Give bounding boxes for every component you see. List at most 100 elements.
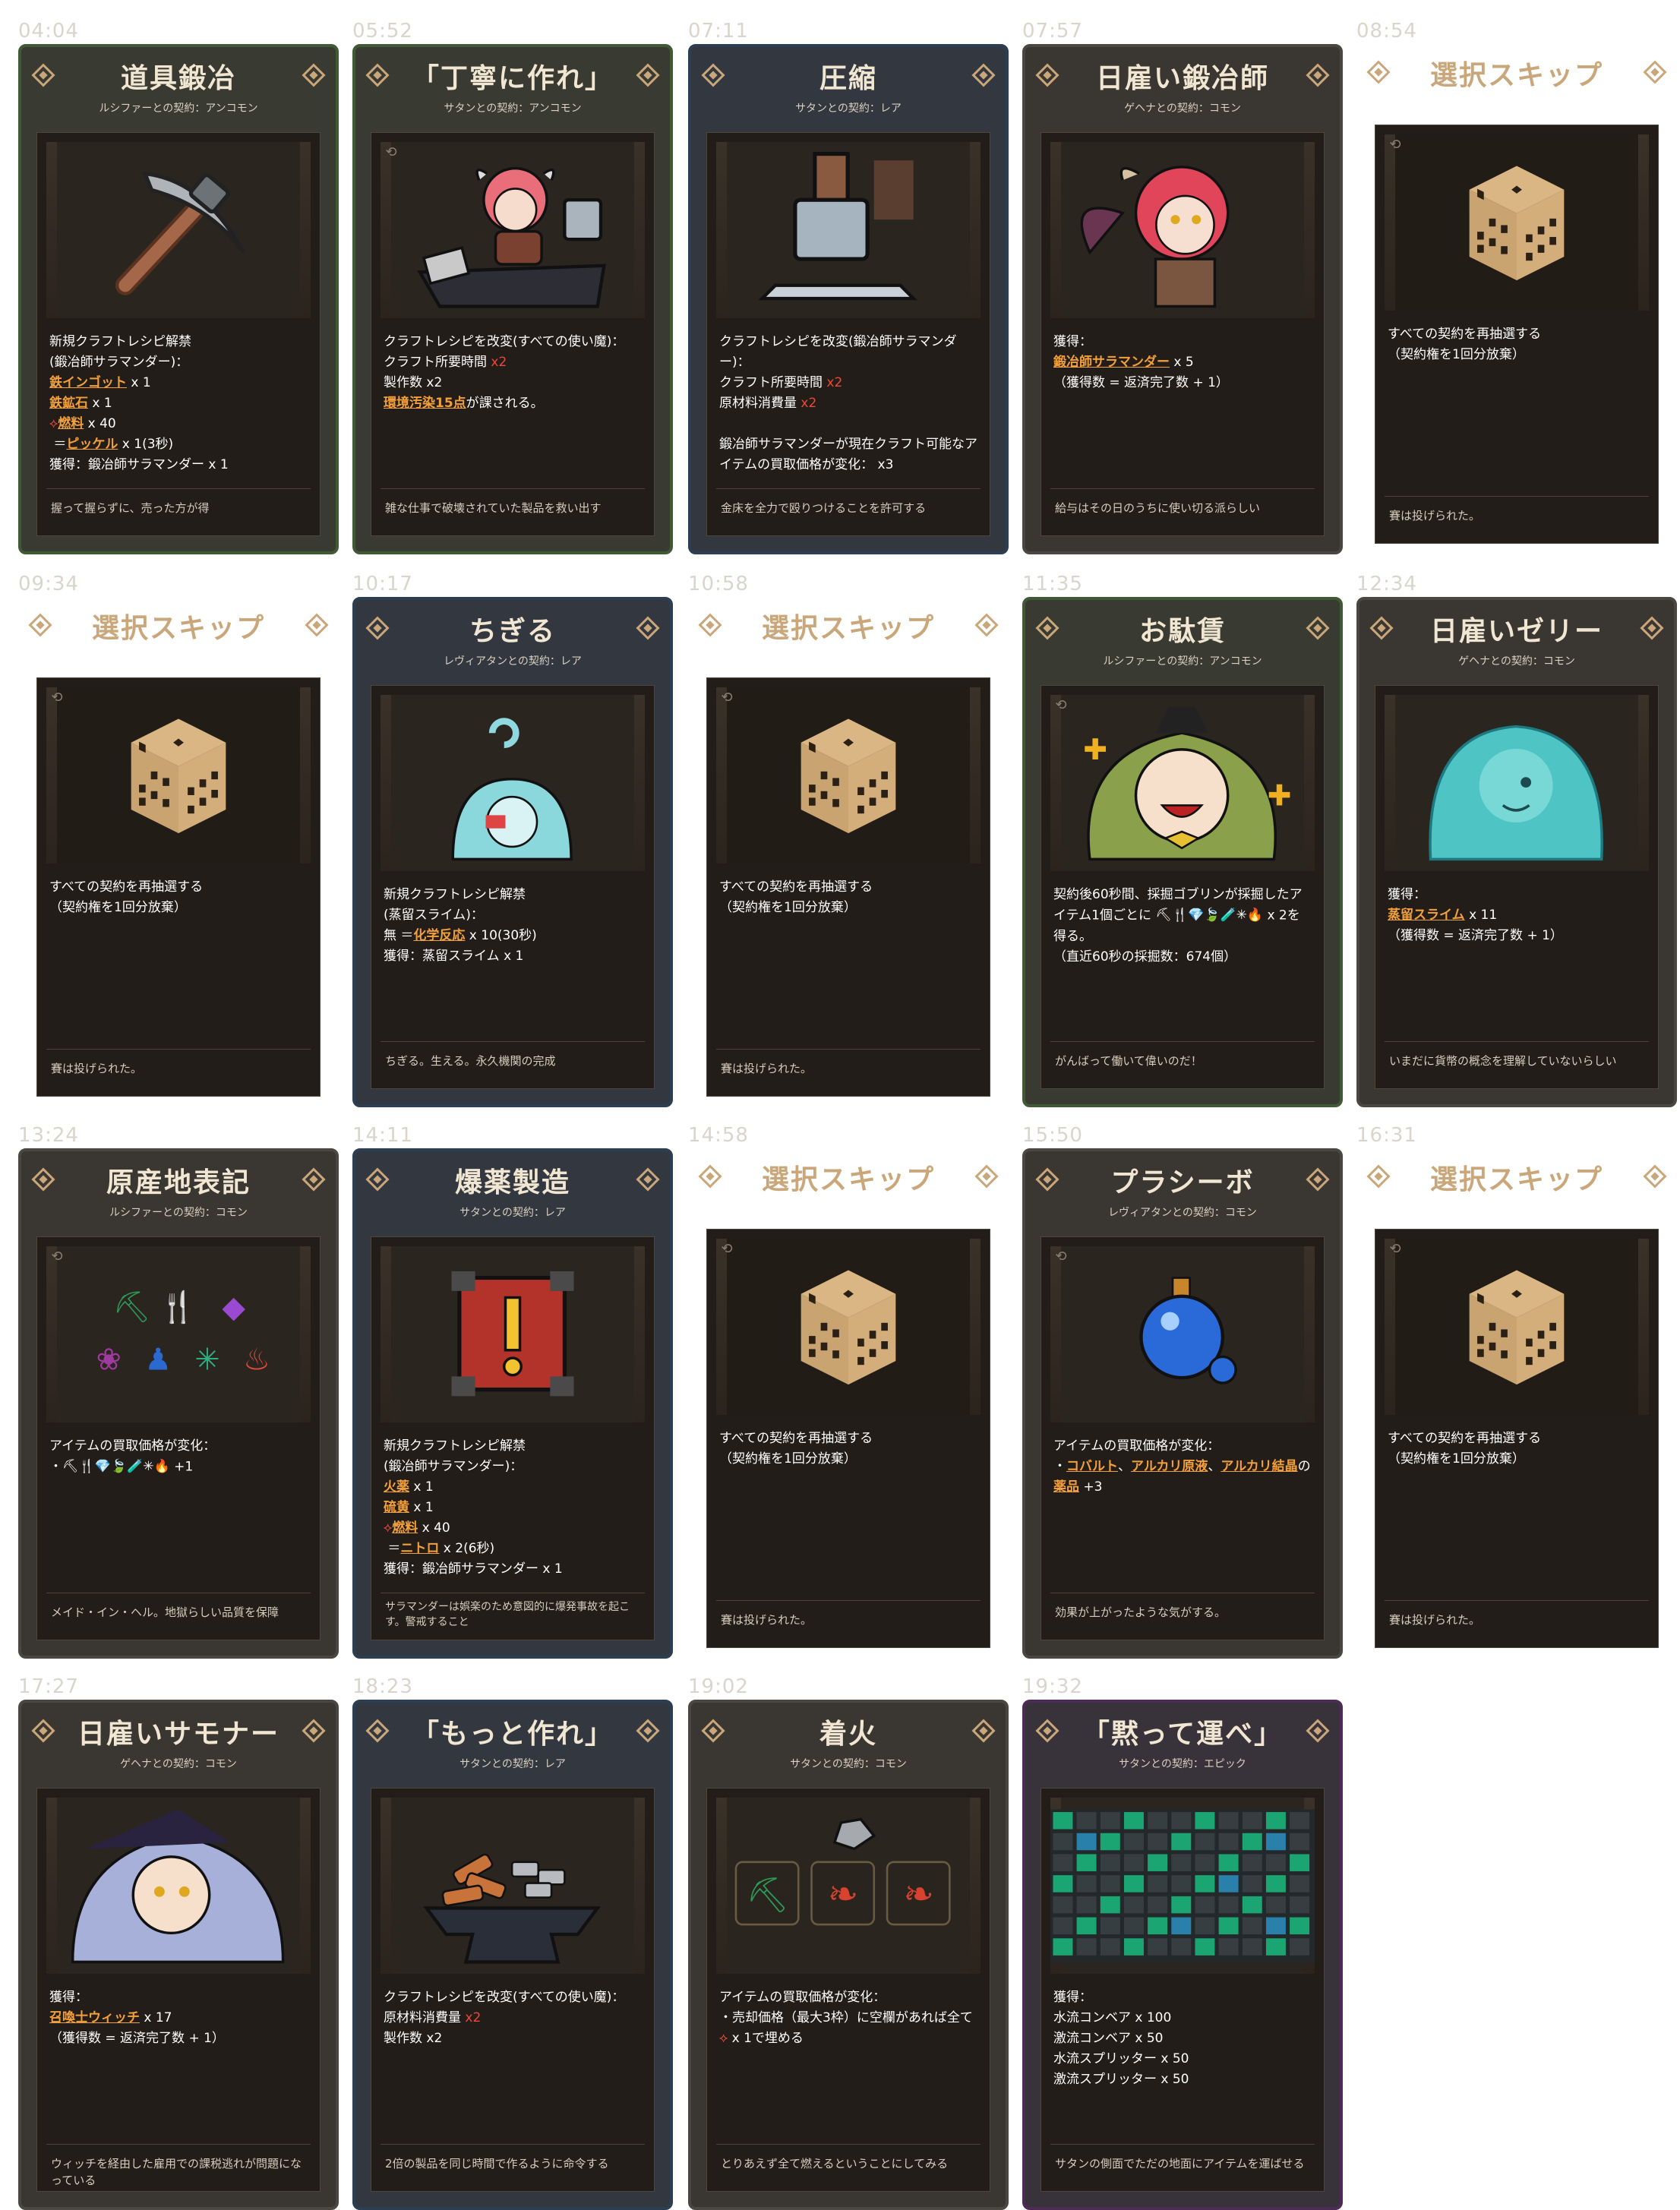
diamond-ornament-icon <box>974 613 999 637</box>
contract-card-slot: 14:11 爆薬製造 サタンとの契約：レア 新規クラフトレシピ解禁 (鍛冶師サラ… <box>352 1126 673 1659</box>
card-header: 選択スキップ <box>1356 1148 1677 1233</box>
contract-card[interactable]: ちぎる レヴィアタンとの契約：レア 新規クラフトレシピ解禁 (蒸留スライム)： … <box>352 597 673 1107</box>
contract-card[interactable]: 「黙って運べ」 サタンとの契約：エピック 獲得： 水流コンベア x 100 激流… <box>1022 1700 1343 2210</box>
card-effect-text: すべての契約を再抽選する （契約権を1回分放棄） <box>49 879 204 915</box>
card-timestamp: 18:23 <box>352 1675 413 1698</box>
card-artwork: ⛏ ❧ ❧ <box>716 1798 981 1974</box>
card-artwork: ⟲ ✚ ✚ <box>1050 695 1315 871</box>
card-flavor-text: 賽は投げられた。 <box>716 1049 981 1096</box>
contract-card[interactable]: 原産地表記 ルシファーとの契約：コモン ⟲ ⛏ 🍴 ◆ ❀ ♟ ✳ ♨ アイテムの買取… <box>18 1148 339 1659</box>
card-body: 獲得： 召喚士ウィッチ x 17 （獲得数 = 返済完了数 + 1） ウィッチを… <box>36 1788 321 2192</box>
diamond-ornament-icon <box>1306 1719 1330 1743</box>
contract-card[interactable]: 着火 サタンとの契約：コモン ⛏ ❧ ❧ アイテムの買取価格が変化： ・売却価格… <box>688 1700 1009 2210</box>
card-effect-text: すべての契約を再抽選する （契約権を1回分放棄） <box>719 879 873 915</box>
card-title: 日雇いゼリー <box>1429 616 1603 647</box>
svg-text:◆: ◆ <box>222 1290 245 1324</box>
card-flavor-text: サタンの側面でただの地面にアイテムを運ばせる <box>1050 2144 1315 2191</box>
diamond-ornament-icon <box>971 63 996 87</box>
card-contract-rarity: ゲヘナとの契約：コモン <box>1124 103 1241 115</box>
card-timestamp: 16:31 <box>1356 1124 1417 1147</box>
card-effect-text: 新規クラフトレシピ解禁 (鍛冶師サラマンダー)： 鉄インゴット x 1 鉄鉱石 … <box>49 334 229 472</box>
diamond-ornament-icon <box>636 1719 660 1743</box>
contract-card[interactable]: 「丁寧に作れ」 サタンとの契約：アンコモン ⟲ クラフトレシピを改変(すべての使… <box>352 44 673 554</box>
card-artwork <box>716 142 981 318</box>
reroll-icon: ⟲ <box>721 690 733 706</box>
contract-card-slot: 09:34 選択スキップ ⟲ すべての契約を再抽選する （契約権を1回分放棄） … <box>18 574 339 1107</box>
skip-card[interactable]: 選択スキップ ⟲ すべての契約を再抽選する （契約権を1回分放棄） 賽は投げられ… <box>688 597 1009 1107</box>
card-title: 圧縮 <box>819 63 877 94</box>
card-body: ⟲ すべての契約を再抽選する （契約権を1回分放棄） 賽は投げられた。 <box>1375 125 1659 544</box>
card-body: 獲得： 蒸留スライム x 11 （獲得数 = 返済完了数 + 1） いまだに貨幣… <box>1375 685 1659 1089</box>
diamond-ornament-icon <box>636 1167 660 1192</box>
card-title: 選択スキップ <box>1429 1164 1603 1195</box>
card-timestamp: 07:11 <box>688 20 749 43</box>
card-timestamp: 17:27 <box>18 1675 79 1698</box>
card-effect-text: アイテムの買取価格が変化： ・売却価格（最大3枠）に空欄があれば全て⟡ x 1で… <box>719 1990 973 2046</box>
card-body: ⟲ クラフトレシピを改変(すべての使い魔)： クラフト所要時間 x2 製作数 x… <box>371 132 655 536</box>
contract-card[interactable]: プラシーボ レヴィアタンとの契約：コモン ⟲ アイテムの買取価格が変化： ・コバ… <box>1022 1148 1343 1659</box>
card-timestamp: 19:02 <box>688 1675 749 1698</box>
card-title: 着火 <box>819 1719 877 1750</box>
card-body: クラフトレシピを改変(鍛冶師サラマンダー)： クラフト所要時間 x2 原材料消費… <box>706 132 990 536</box>
card-flavor-text: 賽は投げられた。 <box>1385 496 1649 543</box>
card-title: プラシーボ <box>1110 1167 1255 1198</box>
card-header: 爆薬製造 サタンとの契約：レア <box>355 1151 670 1236</box>
card-effect-text: 新規クラフトレシピ解禁 (蒸留スライム)： 無 ＝化学反応 x 10(30秒) … <box>384 887 537 964</box>
skip-card[interactable]: 選択スキップ ⟲ すべての契約を再抽選する （契約権を1回分放棄） 賽は投げられ… <box>688 1148 1009 1659</box>
dice-icon: ⟲ <box>716 687 981 863</box>
card-timestamp: 09:34 <box>18 573 79 595</box>
card-flavor-text: 2倍の製品を同じ時間で作るように命令する <box>381 2144 645 2191</box>
reroll-icon: ⟲ <box>1389 137 1401 153</box>
diamond-ornament-icon <box>974 1164 999 1189</box>
card-header: 日雇い鍛冶師 ゲヘナとの契約：コモン <box>1025 47 1340 132</box>
diamond-ornament-icon <box>1306 63 1330 87</box>
card-body: クラフトレシピを改変(すべての使い魔)： 原材料消費量 x2 製作数 x2 2倍… <box>371 1788 655 2192</box>
contract-card[interactable]: 日雇いサモナー ゲヘナとの契約：コモン 獲得： 召喚士ウィッチ x 17 （獲得… <box>18 1700 339 2210</box>
contract-card-slot: 17:27 日雇いサモナー ゲヘナとの契約：コモン 獲得： 召喚士ウィッチ x … <box>18 1677 339 2210</box>
svg-text:🍴: 🍴 <box>159 1289 197 1324</box>
contract-card[interactable]: 日雇いゼリー ゲヘナとの契約：コモン 獲得： 蒸留スライム x 11 （獲得数 … <box>1356 597 1677 1107</box>
contract-card[interactable]: 爆薬製造 サタンとの契約：レア 新規クラフトレシピ解禁 (鍛冶師サラマンダー)：… <box>352 1148 673 1659</box>
card-flavor-text: 賽は投げられた。 <box>46 1049 311 1096</box>
dice-icon: ⟲ <box>716 1239 981 1415</box>
card-title: 選択スキップ <box>761 613 935 644</box>
dice-icon: ⟲ <box>1385 134 1649 311</box>
svg-text:⛏: ⛏ <box>112 1290 151 1324</box>
card-title: ちぎる <box>469 616 556 647</box>
card-artwork <box>381 1246 645 1422</box>
skip-card[interactable]: 選択スキップ ⟲ すべての契約を再抽選する （契約権を1回分放棄） 賽は投げられ… <box>18 597 339 1107</box>
contract-card-slot: 04:04 道具鍛冶 ルシファーとの契約：アンコモン 新規クラフトレシピ解禁 (… <box>18 21 339 554</box>
contract-card[interactable]: お駄賃 ルシファーとの契約：アンコモン ⟲ ✚ ✚ 契約後60秒間、採掘ゴブリンが… <box>1022 597 1343 1107</box>
card-timestamp: 13:24 <box>18 1124 79 1147</box>
contract-card-slot: 12:34 日雇いゼリー ゲヘナとの契約：コモン 獲得： 蒸留スライム x 11… <box>1356 574 1677 1107</box>
card-contract-rarity: サタンとの契約：コモン <box>790 1758 907 1770</box>
card-contract-rarity: ルシファーとの契約：アンコモン <box>1103 655 1262 668</box>
card-header: プラシーボ レヴィアタンとの契約：コモン <box>1025 1151 1340 1236</box>
card-flavor-text: ウィッチを経由した雇用での課税逃れが問題になっている <box>46 2144 311 2191</box>
card-header: ちぎる レヴィアタンとの契約：レア <box>355 600 670 685</box>
card-artwork <box>46 1798 311 1974</box>
card-title: 選択スキップ <box>1429 60 1603 91</box>
card-flavor-text: とりあえず全て燃えるということにしてみる <box>716 2144 981 2191</box>
card-header: お駄賃 ルシファーとの契約：アンコモン <box>1025 600 1340 685</box>
card-artwork <box>1050 142 1315 318</box>
card-effect-text: 獲得： 蒸留スライム x 11 （獲得数 = 返済完了数 + 1） <box>1388 887 1563 943</box>
diamond-ornament-icon <box>302 1719 326 1743</box>
reroll-icon: ⟲ <box>721 1241 733 1257</box>
reroll-icon: ⟲ <box>1055 1249 1067 1264</box>
skip-card[interactable]: 選択スキップ ⟲ すべての契約を再抽選する （契約権を1回分放棄） 賽は投げられ… <box>1356 1148 1677 1659</box>
reroll-icon: ⟲ <box>385 144 397 160</box>
contract-card[interactable]: 道具鍛冶 ルシファーとの契約：アンコモン 新規クラフトレシピ解禁 (鍛冶師サラマ… <box>18 44 339 554</box>
skip-card[interactable]: 選択スキップ ⟲ すべての契約を再抽選する （契約権を1回分放棄） 賽は投げられ… <box>1356 44 1677 554</box>
card-effect-text: すべての契約を再抽選する （契約権を1回分放棄） <box>1388 327 1542 362</box>
contract-card[interactable]: 日雇い鍛冶師 ゲヘナとの契約：コモン 獲得： 鍛冶師サラマンダー x 5 （獲得… <box>1022 44 1343 554</box>
reroll-icon: ⟲ <box>51 1249 63 1264</box>
card-contract-rarity: レヴィアタンとの契約：レア <box>444 655 582 668</box>
card-timestamp: 14:11 <box>352 1124 413 1147</box>
card-title: 選択スキップ <box>761 1164 935 1195</box>
diamond-ornament-icon <box>1306 616 1330 640</box>
card-timestamp: 10:17 <box>352 573 413 595</box>
contract-card[interactable]: 「もっと作れ」 サタンとの契約：レア クラフトレシピを改変(すべての使い魔)： … <box>352 1700 673 2210</box>
contract-card[interactable]: 圧縮 サタンとの契約：レア クラフトレシピを改変(鍛冶師サラマンダー)： クラフ… <box>688 44 1009 554</box>
card-header: 選択スキップ <box>688 1148 1009 1233</box>
